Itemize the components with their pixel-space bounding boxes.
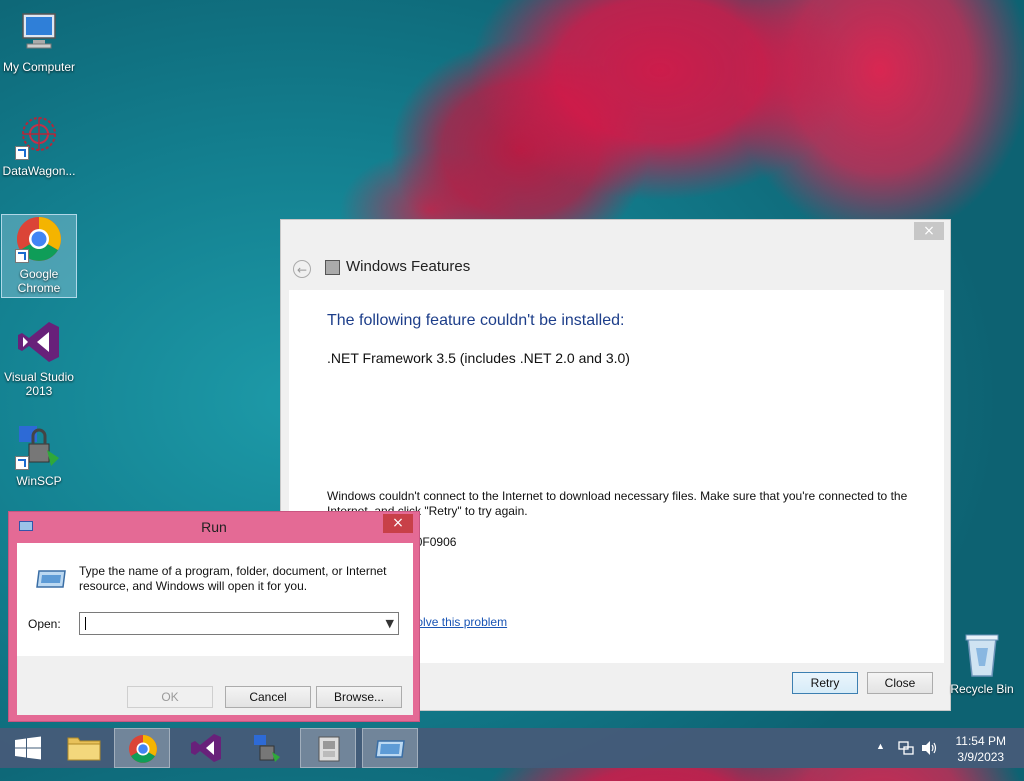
windows-logo-icon (15, 736, 41, 760)
desktop-icon-my-computer[interactable]: My Computer (2, 8, 76, 74)
cancel-button[interactable]: Cancel (225, 686, 311, 708)
desktop-icon-label: WinSCP (16, 474, 62, 488)
winscp-icon (254, 735, 280, 762)
run-icon (35, 567, 67, 591)
datawagon-icon (15, 112, 63, 160)
volume-icon[interactable] (920, 740, 938, 780)
clock-time: 11:54 PM (955, 734, 1006, 748)
clock[interactable]: 11:54 PM 3/9/2023 (956, 733, 1006, 765)
desktop-icon-label: Visual Studio 2013 (4, 370, 74, 398)
taskbar-windows-features[interactable] (300, 728, 356, 768)
open-label-text: Open: (28, 617, 61, 631)
run-title: Run (201, 519, 227, 535)
desktop-icon-google-chrome[interactable]: Google Chrome (1, 214, 77, 298)
shortcut-arrow-icon (15, 456, 29, 470)
close-button[interactable]: × (383, 514, 413, 533)
taskbar-run[interactable] (362, 728, 418, 768)
desktop-icon-datawagon[interactable]: DataWagon... (2, 112, 76, 178)
visual-studio-icon (15, 318, 63, 366)
shortcut-arrow-icon (15, 249, 29, 263)
desktop-icon-visual-studio[interactable]: Visual Studio 2013 (2, 318, 76, 398)
network-icon[interactable] (898, 740, 914, 780)
error-heading: The following feature couldn't be instal… (327, 312, 625, 329)
visual-studio-icon (191, 734, 221, 762)
chrome-icon (129, 735, 157, 763)
shortcut-arrow-icon (15, 146, 29, 160)
recycle-bin-icon (962, 632, 1002, 678)
windows-features-icon (318, 736, 340, 762)
run-icon (375, 740, 405, 758)
taskbar-winscp[interactable] (238, 728, 294, 768)
show-hidden-icons-button[interactable]: ▲ (876, 741, 885, 781)
run-dialog: Run × Type the name of a program, folder… (8, 511, 420, 722)
taskbar: ▲ 11:54 PM 3/9/2023 (0, 728, 1024, 768)
ok-button[interactable]: OK (127, 686, 213, 708)
computer-icon (15, 8, 63, 56)
open-label: Open: (28, 617, 61, 631)
taskbar-visual-studio[interactable] (178, 728, 234, 768)
desktop-icon-recycle-bin[interactable]: Recycle Bin (940, 632, 1024, 696)
desktop-icon-label: My Computer (2, 60, 76, 74)
desktop-icon-label: Recycle Bin (950, 682, 1014, 696)
winscp-icon (15, 422, 63, 470)
clock-date: 3/9/2023 (957, 750, 1005, 764)
close-button[interactable]: × (914, 222, 944, 240)
chrome-icon (15, 215, 63, 263)
retry-button[interactable]: Retry (792, 672, 858, 694)
back-arrow-icon[interactable]: ← (293, 260, 311, 278)
taskbar-google-chrome[interactable] (114, 728, 170, 768)
text-cursor (85, 617, 86, 630)
desktop-icon-label: DataWagon... (2, 164, 76, 178)
run-input-area: Type the name of a program, folder, docu… (17, 543, 413, 656)
folder-icon (67, 737, 101, 761)
desktop-icon-winscp[interactable]: WinSCP (2, 422, 76, 488)
open-combobox[interactable]: ▼ (79, 612, 399, 635)
close-dialog-button[interactable]: Close (867, 672, 933, 694)
feature-name: .NET Framework 3.5 (includes .NET 2.0 an… (327, 350, 630, 366)
run-description: Type the name of a program, folder, docu… (79, 564, 387, 593)
run-client-area: Type the name of a program, folder, docu… (17, 543, 413, 715)
desktop-icon-label: Google Chrome (17, 267, 61, 295)
dialog-title: Windows Features (346, 258, 471, 275)
start-button[interactable] (0, 728, 56, 768)
browse-button[interactable]: Browse... (316, 686, 402, 708)
chevron-down-icon[interactable]: ▼ (386, 617, 394, 630)
taskbar-file-explorer[interactable] (56, 728, 112, 768)
windows-features-icon (325, 260, 340, 275)
